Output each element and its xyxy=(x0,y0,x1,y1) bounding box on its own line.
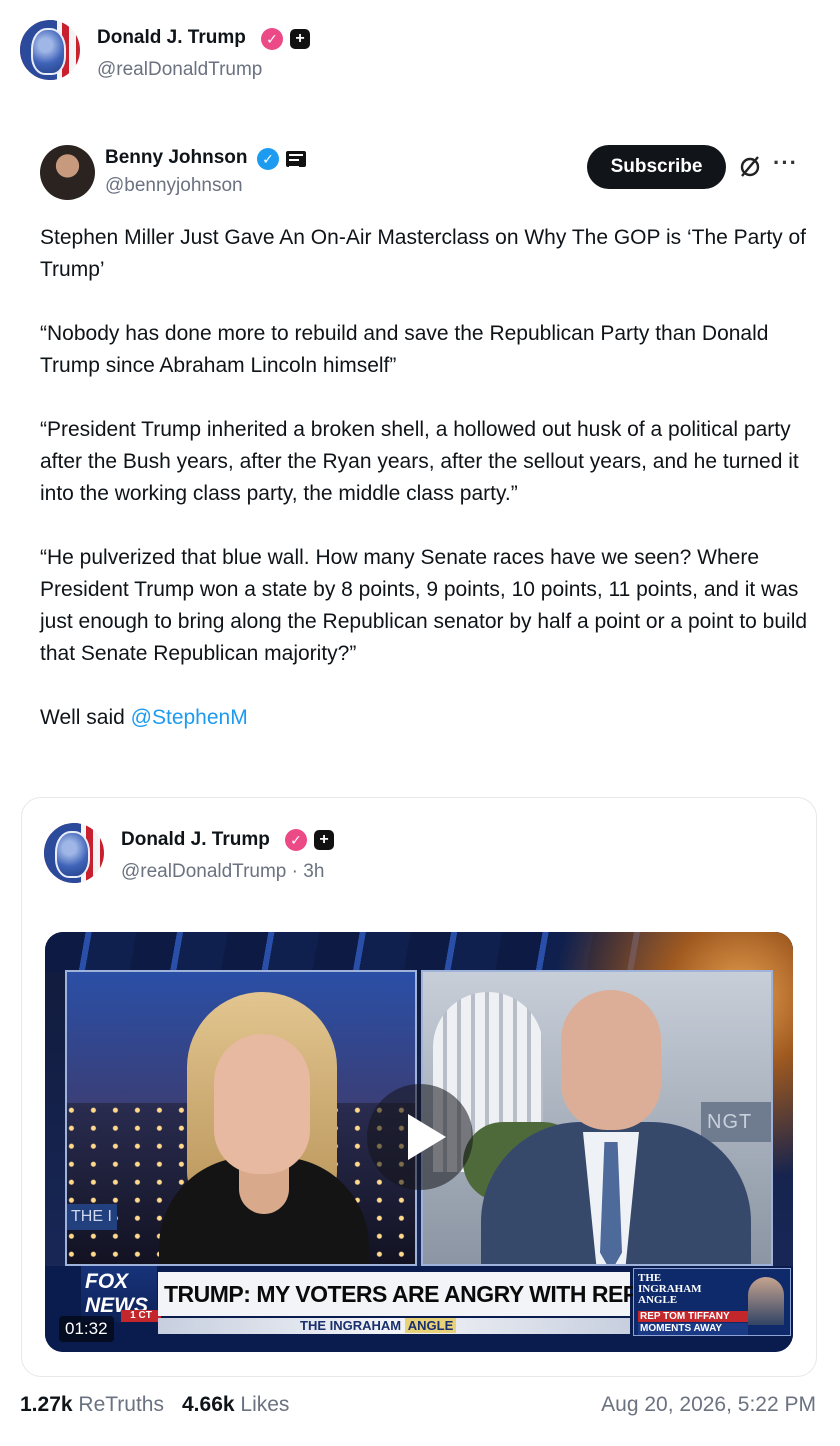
promo-box: THE INGRAHAM ANGLE REP TOM TIFFANY MOMEN… xyxy=(633,1268,791,1336)
panel-tag: THE I xyxy=(67,1204,117,1230)
author-name[interactable]: Donald J. Trump xyxy=(121,829,270,851)
author-handle[interactable]: @bennyjohnson xyxy=(105,175,243,197)
video-left-panel: THE I xyxy=(65,970,417,1266)
post-timestamp[interactable]: Aug 20, 2026, 5:22 PM xyxy=(601,1393,816,1417)
avatar[interactable] xyxy=(44,823,104,883)
network-logo: FOX NEWS 1 CT xyxy=(81,1266,161,1322)
mute-icon[interactable] xyxy=(736,152,764,180)
video-player[interactable]: THE I NGT FOX NEWS 1 CT TRUMP: MY VOTERS… xyxy=(45,932,793,1352)
verified-badge-icon: ✓ xyxy=(257,148,279,170)
likes-label: Likes xyxy=(240,1393,290,1416)
verified-badge-icon: ✓ xyxy=(285,829,307,851)
plus-square-icon: + xyxy=(314,830,334,850)
post-body: Stephen Miller Just Gave An On-Air Maste… xyxy=(40,222,810,734)
video-duration: 01:32 xyxy=(59,1316,114,1342)
more-icon[interactable]: ··· xyxy=(773,150,798,176)
promo-line: REP TOM TIFFANY xyxy=(638,1311,748,1322)
promo-title: ANGLE xyxy=(638,1294,678,1306)
video-right-panel: NGT xyxy=(421,970,773,1266)
newspaper-icon xyxy=(286,151,306,168)
play-icon[interactable] xyxy=(367,1084,473,1190)
author-name[interactable]: Donald J. Trump xyxy=(97,27,246,49)
retruths-label: ReTruths xyxy=(78,1393,164,1416)
plus-square-icon: + xyxy=(290,29,310,49)
mention-link[interactable]: @StephenM xyxy=(131,706,248,729)
author-handle[interactable]: @realDonaldTrump xyxy=(97,59,262,81)
retruths-count: 1.27k xyxy=(20,1393,73,1416)
video-chyron: TRUMP: MY VOTERS ARE ANGRY WITH REPUBLIC… xyxy=(158,1272,753,1316)
wall-text: NGT xyxy=(701,1102,771,1142)
post-paragraph: “President Trump inherited a broken shel… xyxy=(40,418,799,505)
closing-text: Well said xyxy=(40,706,131,729)
avatar[interactable] xyxy=(40,145,95,200)
promo-line: MOMENTS AWAY xyxy=(638,1323,748,1335)
post-stats: 1.27k ReTruths 4.66k Likes xyxy=(20,1393,289,1417)
likes-count: 4.66k xyxy=(182,1393,235,1416)
show-name: THE INGRAHAM ANGLE xyxy=(300,1318,457,1334)
post-paragraph: “Nobody has done more to rebuild and sav… xyxy=(40,322,769,377)
network-logo-top: FOX xyxy=(85,1270,129,1293)
show-name-accent: ANGLE xyxy=(404,1318,457,1333)
author-name[interactable]: Benny Johnson xyxy=(105,147,248,169)
author-handle-time[interactable]: @realDonaldTrump · 3h xyxy=(121,861,324,883)
post-paragraph: Stephen Miller Just Gave An On-Air Maste… xyxy=(40,226,807,281)
show-name-text: THE INGRAHAM xyxy=(300,1318,402,1333)
verified-badge-icon: ✓ xyxy=(261,28,283,50)
network-logo-tag: 1 CT xyxy=(121,1310,161,1322)
post-closing: Well said @StephenM xyxy=(40,702,810,734)
retruths-link[interactable]: 1.27k ReTruths xyxy=(20,1393,164,1416)
post-paragraph: “He pulverized that blue wall. How many … xyxy=(40,546,808,665)
avatar[interactable] xyxy=(20,20,80,80)
likes-link[interactable]: 4.66k Likes xyxy=(182,1393,289,1416)
subscribe-button[interactable]: Subscribe xyxy=(587,145,726,189)
